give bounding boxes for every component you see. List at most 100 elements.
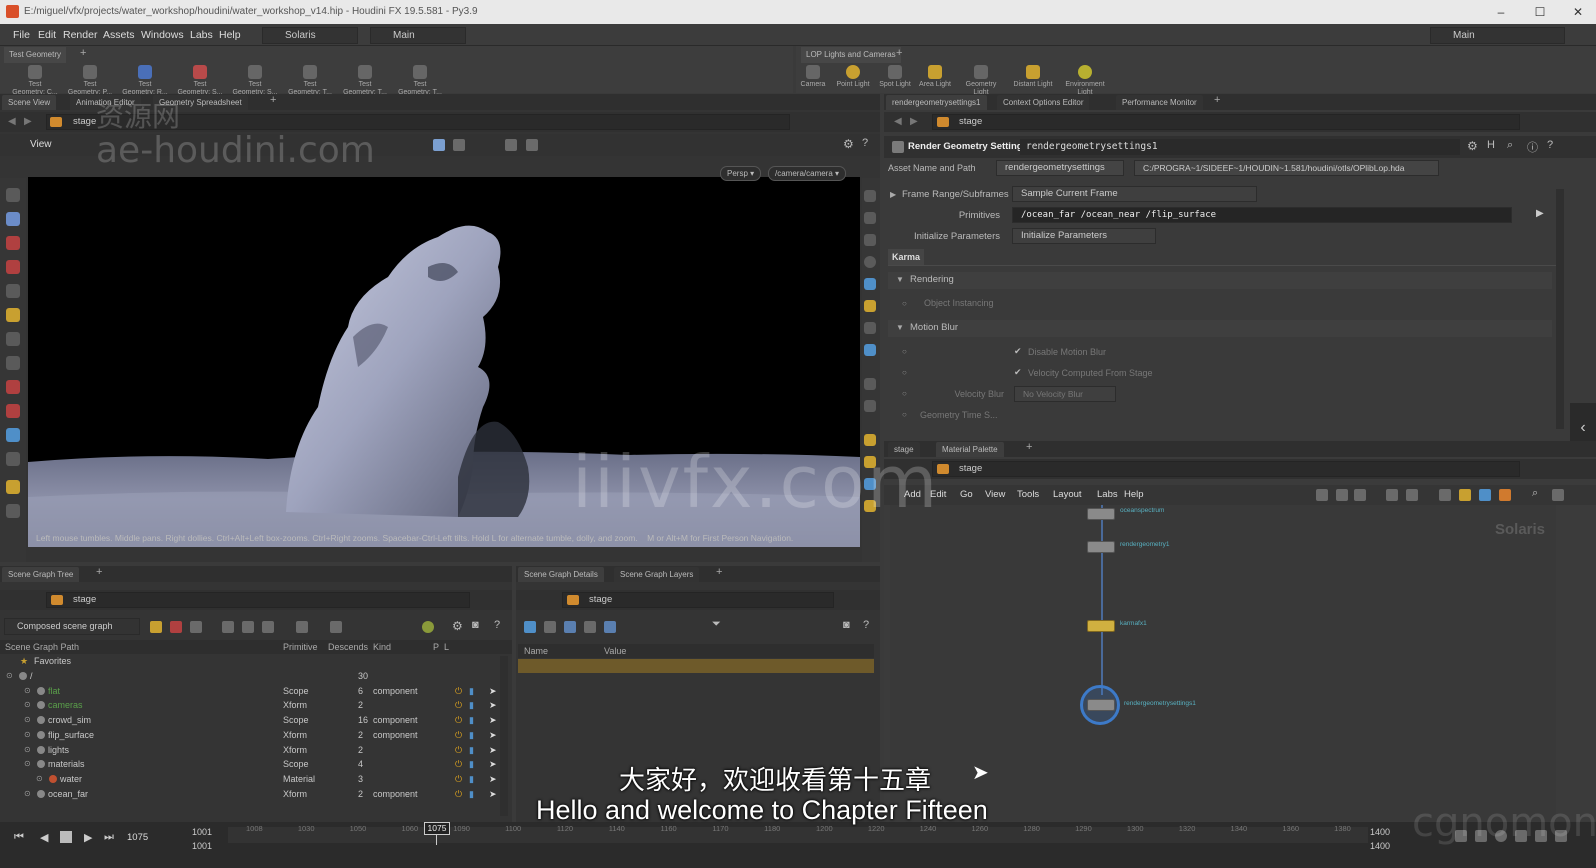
expand-toggle-icon[interactable]: ⊙ <box>24 787 31 802</box>
persp-menu[interactable]: Persp ▾ <box>720 166 762 181</box>
param-scrollbar[interactable] <box>1556 189 1564 429</box>
shelf-tool[interactable]: Test Geometry: C... <box>12 63 58 97</box>
solo-icon[interactable]: ▮ <box>469 787 474 802</box>
shelf-tool[interactable]: Test Geometry: T... <box>397 63 443 97</box>
solo-icon[interactable]: ▮ <box>469 698 474 713</box>
network-node[interactable] <box>1087 508 1115 520</box>
network-menu-view[interactable]: View <box>985 489 1005 500</box>
display-icon[interactable] <box>864 400 876 412</box>
details-tool-icon[interactable] <box>544 621 556 633</box>
details-tool-icon[interactable] <box>584 621 596 633</box>
tree-path-field[interactable]: stage <box>46 592 470 608</box>
step-back-icon[interactable]: ◀ <box>40 831 48 844</box>
tree-tool-icon[interactable] <box>190 621 202 633</box>
tree-tool-icon[interactable] <box>170 621 182 633</box>
end-frame-field-2[interactable]: 1400 <box>1370 841 1390 851</box>
table-row[interactable]: ⊙ materials Scope 4 ⏻ ▮ ➤ <box>0 757 500 772</box>
add-tab-icon[interactable]: + <box>270 94 276 106</box>
display-option-icon[interactable] <box>526 139 538 151</box>
expand-triangle-icon[interactable]: ▶ <box>890 190 896 199</box>
brush-tool-icon[interactable] <box>6 504 20 518</box>
details-selected-row[interactable] <box>518 659 874 673</box>
hda-icon[interactable]: H <box>1487 139 1495 151</box>
translate-tool-icon[interactable] <box>6 236 20 250</box>
visibility-icon[interactable]: ⏻ <box>455 743 462 758</box>
shelf-tool[interactable]: Test Geometry: T... <box>287 63 333 97</box>
expand-toggle-icon[interactable]: ⊙ <box>24 728 31 743</box>
desk-main-select[interactable]: Main <box>370 27 466 44</box>
network-menu-layout[interactable]: Layout <box>1053 489 1082 500</box>
table-row[interactable]: ⊙ lights Xform 2 ⏻ ▮ ➤ <box>0 743 500 758</box>
details-tool-icon[interactable] <box>524 621 536 633</box>
table-row[interactable]: ⊙ crowd_sim Scope 16 component ⏻ ▮ ➤ <box>0 713 500 728</box>
param-path-field[interactable]: stage <box>932 114 1520 130</box>
select-icon[interactable]: ➤ <box>489 698 497 713</box>
timeline-cursor[interactable]: 1075 <box>424 822 450 835</box>
expand-toggle-icon[interactable]: ⊙ <box>24 684 31 699</box>
scale-tool-icon[interactable] <box>6 284 20 298</box>
add-tab-icon[interactable]: + <box>716 566 722 578</box>
jump-start-icon[interactable]: ⏮ <box>14 831 24 844</box>
light-tool-icon[interactable] <box>6 308 20 322</box>
visibility-icon[interactable]: ⏻ <box>455 787 462 802</box>
add-tab-icon[interactable]: + <box>96 566 102 578</box>
shelf-tool[interactable]: Test Geometry: R... <box>122 63 168 97</box>
select-icon[interactable]: ➤ <box>489 787 497 802</box>
info-icon[interactable]: ⓘ <box>1527 139 1538 155</box>
tab-scene-view[interactable]: Scene View <box>2 95 57 110</box>
select-icon[interactable]: ➤ <box>489 757 497 772</box>
solo-icon[interactable]: ▮ <box>469 728 474 743</box>
magnet-tool-icon[interactable] <box>6 380 20 394</box>
tab-karma[interactable]: Karma <box>888 249 924 265</box>
col-descends[interactable]: Descends <box>328 642 368 652</box>
display-icon[interactable] <box>864 212 876 224</box>
network-node[interactable] <box>1087 620 1115 632</box>
rendering-section[interactable]: ▼ Rendering <box>888 272 1552 289</box>
gear-icon[interactable]: ⚙ <box>843 137 854 151</box>
visibility-icon[interactable]: ⏻ <box>455 713 462 728</box>
display-icon[interactable] <box>864 378 876 390</box>
add-shelf-tab-icon[interactable]: + <box>80 47 86 59</box>
network-editor-canvas[interactable]: Solaris oceanspectrum rendergeometry1 ka… <box>890 505 1556 821</box>
network-node[interactable] <box>1087 541 1115 553</box>
select-icon[interactable]: ➤ <box>489 728 497 743</box>
display-option-icon[interactable] <box>505 139 517 151</box>
right-desk-select[interactable]: Main <box>1430 27 1565 44</box>
velocity-blur-menu[interactable]: No Velocity Blur <box>1014 386 1116 402</box>
help-icon[interactable]: ? <box>863 619 869 631</box>
stop-icon[interactable] <box>60 831 72 843</box>
tree-tool-icon[interactable] <box>422 621 434 633</box>
network-tool-icon[interactable] <box>1439 489 1451 501</box>
network-menu-tools[interactable]: Tools <box>1017 489 1039 500</box>
minimize-button[interactable]: – <box>1486 3 1516 21</box>
select-icon[interactable]: ➤ <box>489 772 497 787</box>
camera-icon[interactable]: ◙ <box>843 619 850 631</box>
network-menu-labs[interactable]: Labs <box>1097 489 1118 500</box>
tab-rendergeometrysettings[interactable]: rendergeometrysettings1 <box>886 95 987 110</box>
network-tool-icon[interactable] <box>1459 489 1471 501</box>
help-icon[interactable]: ? <box>862 137 868 149</box>
expand-toggle-icon[interactable]: ⊙ <box>36 772 43 787</box>
details-tool-icon[interactable] <box>564 621 576 633</box>
tab-context-options[interactable]: Context Options Editor <box>997 95 1090 110</box>
menu-labs[interactable]: Labs <box>190 29 213 41</box>
filter-icon[interactable]: ⏷ <box>712 618 721 631</box>
tab-performance-monitor[interactable]: Performance Monitor <box>1116 95 1203 110</box>
col-p[interactable]: P <box>433 642 439 652</box>
forward-arrow-icon[interactable]: ▶ <box>24 116 32 127</box>
network-path-field[interactable]: stage <box>932 461 1520 477</box>
shelf-tool-point-light[interactable]: Point Light <box>830 63 876 97</box>
details-path-field[interactable]: stage <box>562 592 834 608</box>
motion-blur-section[interactable]: ▼ Motion Blur <box>888 320 1552 337</box>
col-primitive[interactable]: Primitive <box>283 642 318 652</box>
shelf-tool[interactable]: Test Geometry: S... <box>177 63 223 97</box>
display-option-icon[interactable] <box>433 139 445 151</box>
parm-toggle-icon[interactable]: ○ <box>902 299 907 308</box>
solo-icon[interactable]: ▮ <box>469 757 474 772</box>
asset-path-field[interactable]: C:/PROGRA~1/SIDEEF~1/HOUDIN~1.581/houdin… <box>1134 160 1439 176</box>
network-tool-icon[interactable] <box>1406 489 1418 501</box>
camera-icon[interactable]: ◙ <box>472 619 479 631</box>
scene-filter-select[interactable]: Composed scene graph <box>4 618 140 635</box>
network-node-selected[interactable] <box>1087 699 1115 711</box>
end-frame-field[interactable]: 1400 <box>1370 827 1390 837</box>
